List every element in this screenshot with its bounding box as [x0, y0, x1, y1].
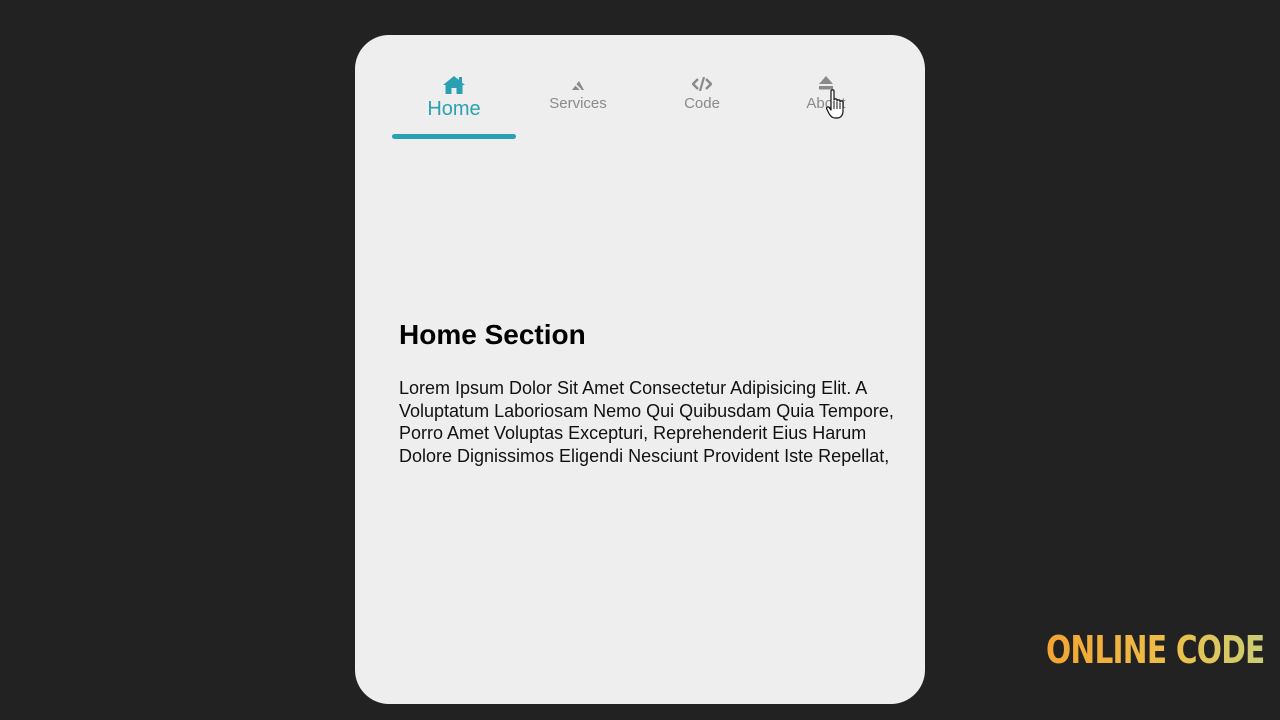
services-icon [570, 65, 586, 91]
home-icon [442, 65, 466, 95]
tab-bar: Home Services Code About [392, 65, 888, 141]
section-title: Home Section [399, 319, 586, 350]
tab-home-label: Home [427, 98, 481, 120]
tab-code[interactable]: Code [640, 65, 764, 135]
tab-services-label: Services [549, 95, 607, 112]
section-text: Lorem Ipsum Dolor Sit Amet Consectetur A… [399, 378, 894, 466]
tab-code-label: Code [684, 95, 720, 112]
active-tab-indicator [392, 134, 516, 139]
tab-services[interactable]: Services [516, 65, 640, 135]
watermark-logo: ONLINE CODE [1046, 628, 1265, 672]
tab-home[interactable]: Home [392, 65, 516, 135]
code-icon [692, 65, 712, 91]
tab-card: Home Services Code About Home Section Lo… [355, 35, 925, 704]
hand-cursor-icon [826, 88, 846, 127]
